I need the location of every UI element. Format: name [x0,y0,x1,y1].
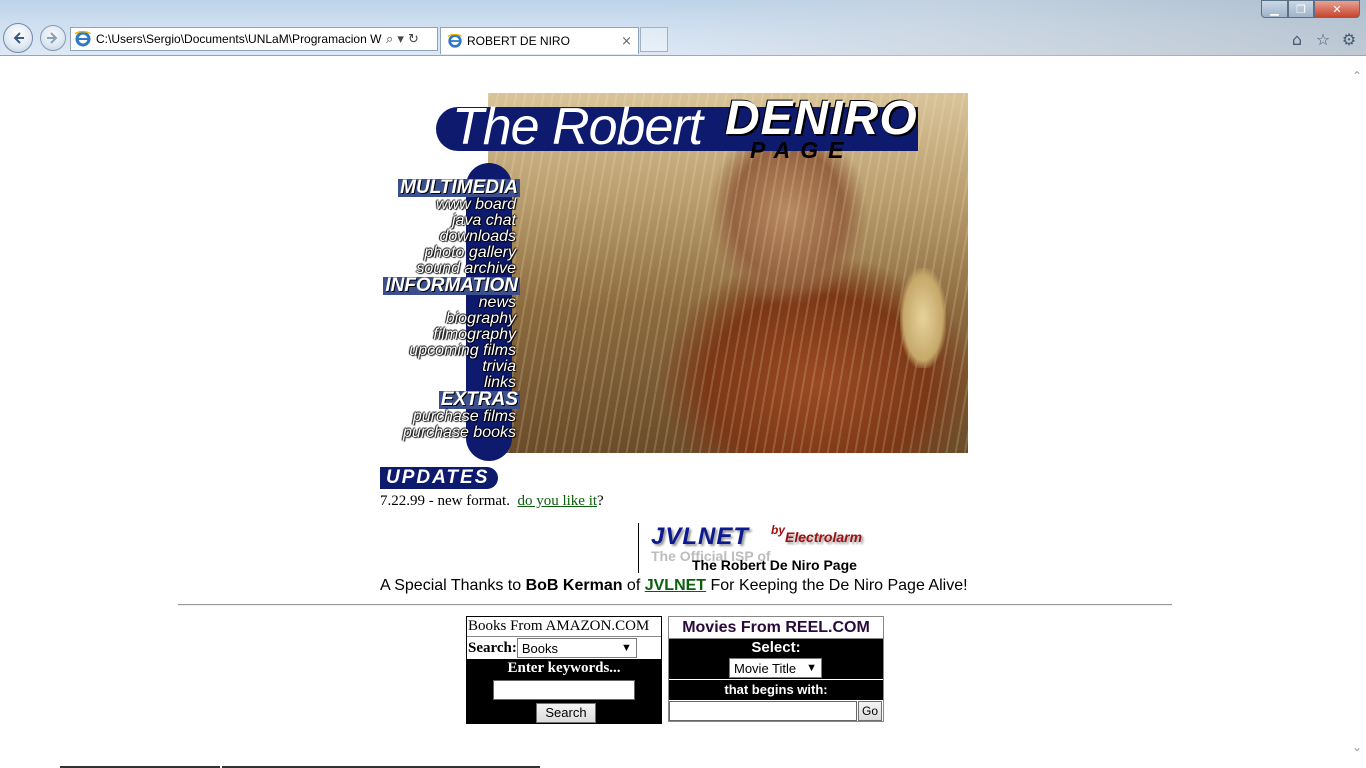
update-suffix: ? [597,493,604,509]
reel-search-box: Movies From REEL.COM Select: Movie Title… [668,616,884,722]
sponsor-by: by [771,523,786,537]
side-menu: MULTIMEDIA www board java chat downloads… [380,177,520,441]
page-viewport: The Robert DENIRO PAGE MULTIMEDIA www bo… [0,57,1366,768]
chevron-down-icon: ▼ [621,642,632,654]
reel-input-row: Go [669,700,883,722]
horizontal-rule [178,604,1172,606]
vertical-scrollbar[interactable]: ⌃ ⌄ [1349,57,1366,768]
reel-select-label: Select: [751,639,801,656]
ie-logo-icon [74,30,91,47]
home-icon[interactable]: ⌂ [1288,30,1306,49]
forward-arrow-icon [47,32,58,44]
scroll-down-icon[interactable]: ⌄ [1352,740,1362,754]
menu-heading-information: INFORMATION [383,275,520,296]
reel-title: Movies From REEL.COM [669,617,883,639]
forward-button[interactable] [40,25,66,51]
update-entry: 7.22.99 - new format. do you like it? [380,493,604,510]
menu-item-photo-gallery[interactable]: photo gallery [380,245,520,261]
menu-item-java-chat[interactable]: java chat [380,213,520,229]
tab-robert-de-niro[interactable]: ROBERT DE NIRO × [440,27,639,54]
amazon-category-select[interactable]: Books ▼ [516,638,637,658]
browser-chrome: C:\Users\Sergio\Documents\UNLaM\Programa… [0,0,1366,56]
reel-title-input[interactable] [669,701,857,721]
menu-item-www-board[interactable]: www board [380,197,520,213]
favorites-star-icon[interactable]: ☆ [1314,30,1332,49]
amazon-keywords-label: Enter keywords... [507,660,621,676]
thanks-prefix: A Special Thanks to [380,577,526,594]
sponsor-page-name: The Robert De Niro Page [692,557,857,573]
refresh-icon[interactable]: ↻ [408,32,419,47]
menu-item-filmography[interactable]: filmography [380,327,520,343]
jvlnet-link[interactable]: JVLNET [645,577,706,594]
menu-item-news[interactable]: news [380,295,520,311]
amazon-category-value: Books [521,640,559,656]
menu-item-trivia[interactable]: trivia [380,359,520,375]
reel-begins-label: that begins with: [669,680,883,700]
electrolarm-logo: Electrolarm [785,529,863,545]
close-button[interactable]: ✕ [1314,0,1360,18]
amazon-search-button[interactable]: Search [536,703,596,723]
back-arrow-icon [13,32,24,44]
jvlnet-logo: JVLNET [651,523,750,550]
title-the-robert: The Robert [452,98,703,156]
menu-item-purchase-books[interactable]: purchase books [380,425,520,441]
address-url[interactable]: C:\Users\Sergio\Documents\UNLaM\Programa… [96,32,382,46]
thanks-name: BoB Kerman [525,577,623,594]
amazon-search-row: Search: Books ▼ [467,637,661,659]
thanks-suffix: For Keeping the De Niro Page Alive! [706,577,968,594]
new-tab-button[interactable] [640,27,668,52]
amazon-keyword-panel: Enter keywords... Search [467,659,661,723]
tab-title: ROBERT DE NIRO [467,34,570,48]
menu-item-biography[interactable]: biography [380,311,520,327]
maximize-button[interactable]: ❐ [1288,0,1314,18]
amazon-search-label: Search: [468,639,517,656]
amazon-keywords-input[interactable] [493,680,635,700]
thanks-mid: of [622,577,645,594]
tools-gear-icon[interactable]: ⚙ [1340,30,1358,49]
menu-item-purchase-films[interactable]: purchase films [380,409,520,425]
reel-go-button[interactable]: Go [858,701,882,721]
reel-type-value: Movie Title [734,660,797,676]
tab-close-icon[interactable]: × [621,34,632,49]
title-page: PAGE [750,137,854,163]
reel-select-panel: Select: Movie Title ▼ [669,639,883,679]
menu-heading-extras: EXTRAS [438,389,520,410]
scroll-up-icon[interactable]: ⌃ [1352,69,1362,83]
menu-item-upcoming-films[interactable]: upcoming films [380,343,520,359]
jvlnet-sponsor-banner[interactable]: JVLNET by Electrolarm The Official ISP o… [638,523,878,573]
back-button[interactable] [3,23,33,53]
thanks-line: A Special Thanks to BoB Kerman of JVLNET… [380,577,968,595]
amazon-title: Books From AMAZON.COM [467,617,661,637]
address-bar[interactable]: C:\Users\Sergio\Documents\UNLaM\Programa… [70,27,438,51]
updates-heading: UPDATES [380,467,498,489]
command-icons: ⌂ ☆ ⚙ [1288,30,1358,49]
chevron-down-icon: ▼ [806,662,817,674]
tab-ie-icon [447,33,462,48]
update-text: 7.22.99 - new format. [380,493,510,509]
amazon-search-box: Books From AMAZON.COM Search: Books ▼ En… [466,616,662,724]
header-banner: The Robert DENIRO PAGE MULTIMEDIA www bo… [380,92,970,461]
reel-type-select[interactable]: Movie Title ▼ [729,658,822,678]
minimize-button[interactable]: ▁ [1261,0,1288,18]
menu-item-downloads[interactable]: downloads [380,229,520,245]
menu-heading-multimedia: MULTIMEDIA [398,177,520,198]
window-controls: ▁ ❐ ✕ [1261,0,1360,18]
do-you-like-it-link[interactable]: do you like it [517,493,597,509]
search-dropdown-icon[interactable]: ⌕ ▾ [386,32,404,47]
